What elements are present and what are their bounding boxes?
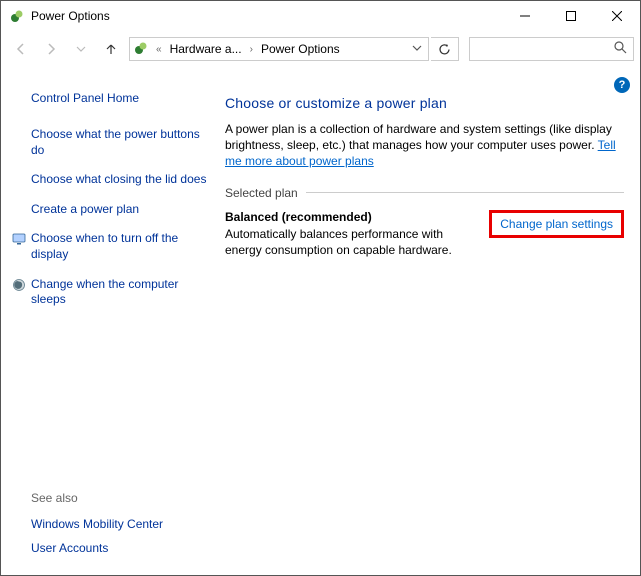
breadcrumb-power-options[interactable]: Power Options (261, 42, 340, 56)
chevron-down-icon[interactable] (410, 43, 424, 56)
description-text: A power plan is a collection of hardware… (225, 122, 612, 152)
window-title: Power Options (31, 9, 110, 23)
power-options-icon (9, 8, 25, 24)
see-also-user-accounts[interactable]: User Accounts (31, 541, 211, 555)
search-input[interactable] (469, 37, 634, 61)
page-heading: Choose or customize a power plan (225, 95, 624, 111)
back-button[interactable] (7, 35, 35, 63)
breadcrumb-hardware[interactable]: Hardware a... (170, 42, 242, 56)
breadcrumb-prefix: « (154, 44, 164, 55)
window-controls (502, 1, 640, 31)
divider (306, 192, 624, 193)
sleep-icon (11, 277, 27, 293)
see-also-mobility-center[interactable]: Windows Mobility Center (31, 517, 211, 531)
power-options-icon (134, 41, 148, 58)
change-plan-highlight: Change plan settings (489, 210, 624, 238)
change-plan-settings-link[interactable]: Change plan settings (500, 217, 613, 231)
selected-plan-header: Selected plan (225, 186, 624, 200)
display-icon (11, 231, 27, 247)
chevron-right-icon: › (248, 44, 255, 55)
close-button[interactable] (594, 1, 640, 31)
sidebar-link-closing-lid[interactable]: Choose what closing the lid does (31, 172, 211, 188)
plan-name: Balanced (recommended) (225, 210, 479, 224)
address-bar[interactable]: « Hardware a... › Power Options (129, 37, 429, 61)
forward-button[interactable] (37, 35, 65, 63)
help-icon[interactable]: ? (614, 77, 630, 93)
maximize-button[interactable] (548, 1, 594, 31)
plan-description: Automatically balances performance with … (225, 226, 479, 258)
main-panel: Choose or customize a power plan A power… (225, 67, 640, 575)
sidebar-link-power-buttons[interactable]: Choose what the power buttons do (31, 127, 211, 158)
recent-dropdown-icon[interactable] (67, 35, 95, 63)
up-button[interactable] (97, 35, 125, 63)
content-area: Control Panel Home Choose what the power… (1, 67, 640, 575)
search-icon (614, 41, 627, 57)
plan-row: Balanced (recommended) Automatically bal… (225, 210, 624, 258)
see-also-label: See also (31, 491, 211, 505)
minimize-button[interactable] (502, 1, 548, 31)
titlebar: Power Options (1, 1, 640, 31)
plan-info: Balanced (recommended) Automatically bal… (225, 210, 479, 258)
sidebar-link-computer-sleeps[interactable]: Change when the computer sleeps (31, 277, 211, 308)
control-panel-home-link[interactable]: Control Panel Home (31, 91, 211, 105)
navigation-bar: « Hardware a... › Power Options (1, 31, 640, 67)
sidebar-link-create-plan[interactable]: Create a power plan (31, 202, 211, 218)
refresh-button[interactable] (431, 37, 459, 61)
page-description: A power plan is a collection of hardware… (225, 121, 624, 170)
sidebar: Control Panel Home Choose what the power… (1, 67, 225, 575)
selected-plan-label: Selected plan (225, 186, 298, 200)
sidebar-link-turn-off-display[interactable]: Choose when to turn off the display (31, 231, 211, 262)
